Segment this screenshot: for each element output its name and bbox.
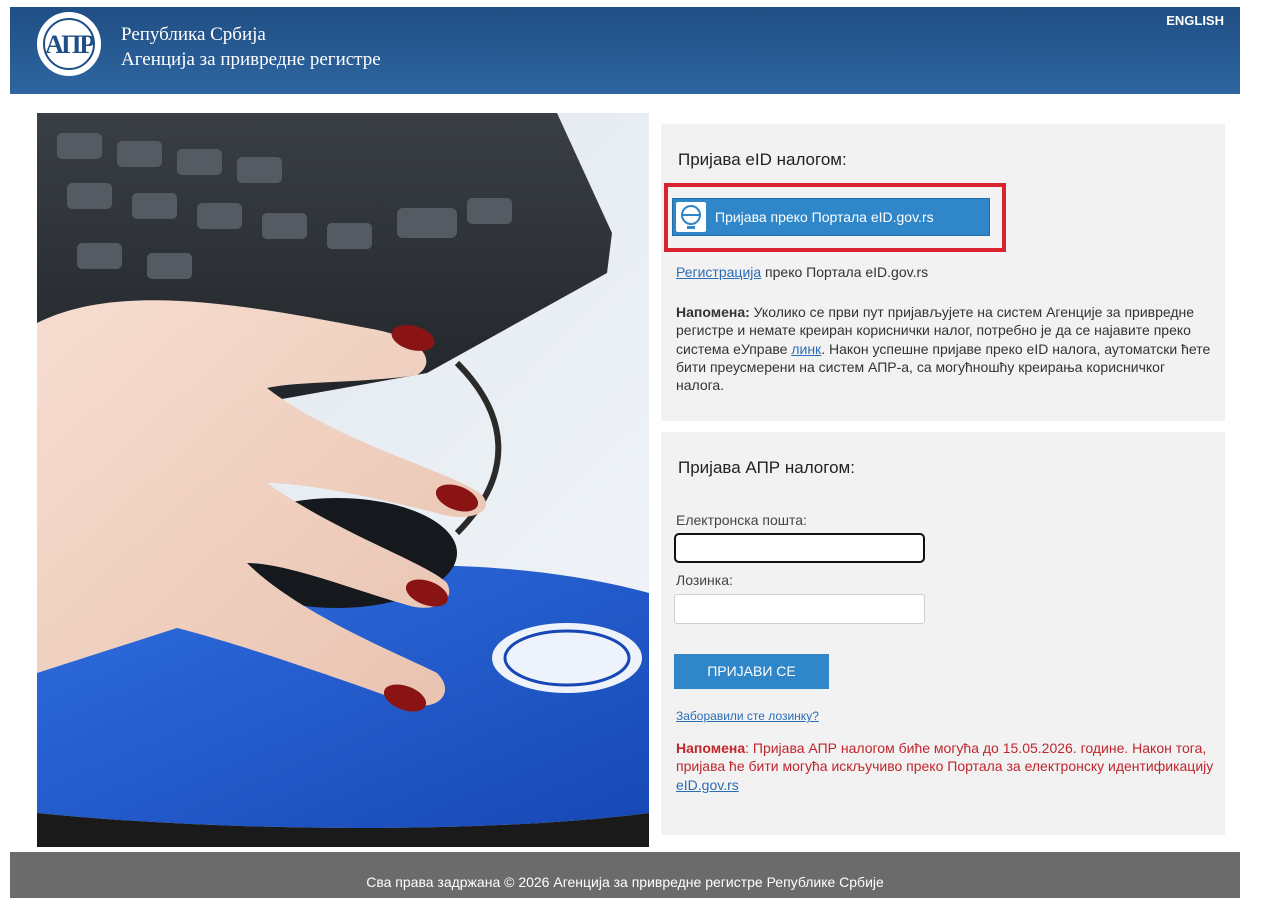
- eid-panel-title: Пријава eID налогом:: [678, 150, 847, 169]
- eid-portal-login-button[interactable]: Пријава преко Портала eID.gov.rs: [672, 198, 990, 236]
- apr-login-panel: Пријава АПР налогом: Електронска пошта: …: [661, 432, 1225, 835]
- eid-button-highlight: Пријава преко Портала eID.gov.rs: [664, 183, 1006, 252]
- hero-image: [37, 113, 649, 847]
- register-suffix: преко Портала eID.gov.rs: [761, 264, 929, 280]
- language-switch-link[interactable]: ENGLISH: [1166, 13, 1224, 28]
- eid-logo-icon: [676, 202, 706, 232]
- site-header: АПР Република Србија Агенција за привред…: [10, 7, 1240, 94]
- forgot-password-link[interactable]: Заборавили сте лозинку?: [676, 709, 819, 723]
- org-country: Република Србија: [121, 24, 266, 45]
- site-footer: Сва права задржана © 2026 Агенција за пр…: [10, 852, 1240, 898]
- apr-logo[interactable]: АПР: [37, 12, 101, 76]
- apr-logo-mark: АПР: [43, 18, 95, 70]
- email-label: Електронска пошта:: [676, 512, 807, 528]
- login-button[interactable]: ПРИЈАВИ СЕ: [674, 654, 829, 689]
- euprava-link[interactable]: линк: [791, 341, 821, 357]
- password-label: Лозинка:: [676, 572, 733, 588]
- eid-note: Напомена: Уколико се први пут пријављује…: [676, 303, 1211, 394]
- org-name: Агенција за привредне регистре: [121, 49, 381, 70]
- register-line: Регистрација преко Портала eID.gov.rs: [676, 264, 928, 280]
- eid-gov-link[interactable]: eID.gov.rs: [676, 777, 739, 793]
- apr-panel-title: Пријава АПР налогом:: [678, 458, 855, 477]
- password-field[interactable]: [674, 594, 925, 624]
- footer-copyright: Сва права задржана © 2026 Агенција за пр…: [366, 874, 884, 890]
- apr-note: Напомена: Пријава АПР налогом биће могућ…: [676, 739, 1214, 794]
- eid-note-label: Напомена:: [676, 304, 750, 320]
- email-field[interactable]: [674, 533, 925, 563]
- hand-mouse-illustration: [37, 113, 649, 847]
- apr-note-text: : Пријава АПР налогом биће могућа до 15.…: [676, 740, 1214, 775]
- apr-note-label: Напомена: [676, 740, 746, 756]
- eid-button-label: Пријава преко Портала eID.gov.rs: [715, 209, 934, 225]
- eid-login-panel: Пријава eID налогом: Пријава преко Порта…: [661, 124, 1225, 421]
- register-link[interactable]: Регистрација: [676, 264, 761, 280]
